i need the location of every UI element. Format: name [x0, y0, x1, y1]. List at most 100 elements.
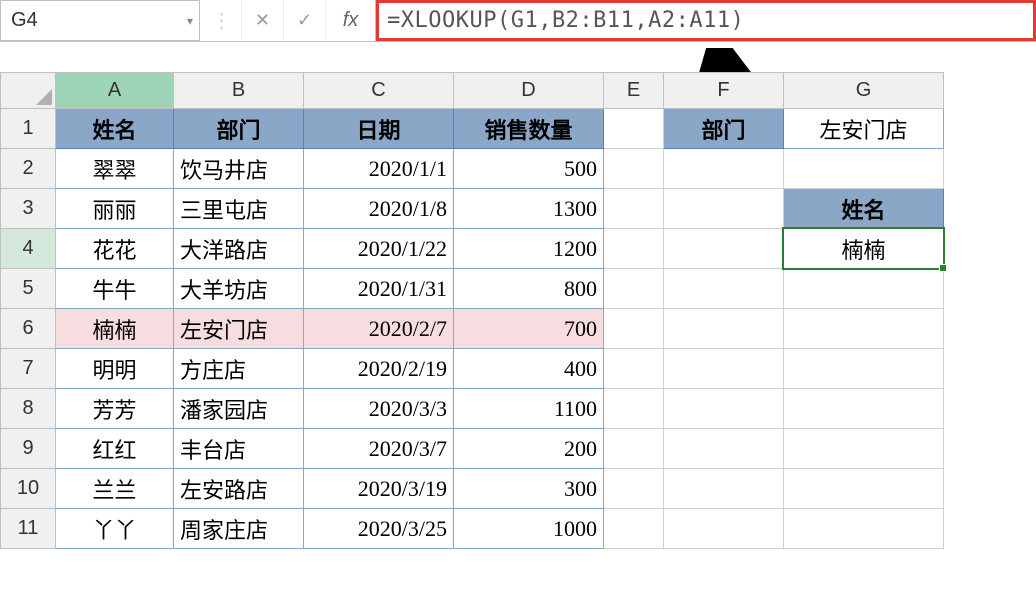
cell[interactable]: 2020/1/1 — [304, 149, 454, 189]
cell[interactable]: 潘家园店 — [174, 389, 304, 429]
cell[interactable]: 饮马井店 — [174, 149, 304, 189]
cell[interactable]: 2020/3/25 — [304, 509, 454, 549]
cell[interactable] — [604, 109, 664, 149]
cell[interactable] — [604, 309, 664, 349]
cell[interactable]: 丰台店 — [174, 429, 304, 469]
cell[interactable] — [604, 229, 664, 269]
cell[interactable] — [664, 189, 784, 229]
cell[interactable]: 200 — [454, 429, 604, 469]
cell[interactable] — [664, 349, 784, 389]
row-header[interactable]: 4 — [1, 229, 56, 269]
cell[interactable] — [604, 269, 664, 309]
cell[interactable]: 2020/1/31 — [304, 269, 454, 309]
col-header-E[interactable]: E — [604, 73, 664, 109]
cell[interactable]: 芳芳 — [56, 389, 174, 429]
cancel-icon[interactable]: ✕ — [242, 0, 284, 41]
cell[interactable]: 左安门店 — [784, 109, 944, 149]
cell[interactable] — [784, 149, 944, 189]
cell[interactable] — [604, 389, 664, 429]
col-header-C[interactable]: C — [304, 73, 454, 109]
cell[interactable]: 周家庄店 — [174, 509, 304, 549]
cell[interactable]: 姓名 — [56, 109, 174, 149]
select-all-corner[interactable] — [1, 73, 56, 109]
cell[interactable] — [784, 429, 944, 469]
cell[interactable]: 方庄店 — [174, 349, 304, 389]
cell[interactable]: 2020/3/19 — [304, 469, 454, 509]
cell[interactable] — [664, 509, 784, 549]
cell[interactable]: 2020/3/7 — [304, 429, 454, 469]
cell[interactable]: 2020/1/8 — [304, 189, 454, 229]
cell[interactable] — [664, 229, 784, 269]
cell[interactable] — [784, 469, 944, 509]
cell[interactable] — [604, 149, 664, 189]
cell[interactable]: 花花 — [56, 229, 174, 269]
cell[interactable] — [784, 349, 944, 389]
cell[interactable]: 大洋路店 — [174, 229, 304, 269]
cell[interactable]: 400 — [454, 349, 604, 389]
cell[interactable] — [664, 149, 784, 189]
accept-icon[interactable]: ✓ — [284, 0, 326, 41]
cell[interactable] — [664, 429, 784, 469]
row-header[interactable]: 3 — [1, 189, 56, 229]
col-header-F[interactable]: F — [664, 73, 784, 109]
cell[interactable] — [604, 469, 664, 509]
col-header-B[interactable]: B — [174, 73, 304, 109]
cell[interactable] — [604, 349, 664, 389]
fill-handle[interactable] — [939, 264, 947, 272]
chevron-down-icon[interactable]: ▾ — [187, 14, 193, 28]
cell[interactable]: 销售数量 — [454, 109, 604, 149]
cell[interactable]: 2020/1/22 — [304, 229, 454, 269]
fx-icon[interactable]: fx — [326, 0, 376, 41]
cell[interactable] — [664, 269, 784, 309]
cell[interactable]: 三里屯店 — [174, 189, 304, 229]
cell[interactable]: 兰兰 — [56, 469, 174, 509]
row-header[interactable]: 2 — [1, 149, 56, 189]
cell[interactable]: 700 — [454, 309, 604, 349]
row-header[interactable]: 6 — [1, 309, 56, 349]
cell[interactable]: 楠楠 — [56, 309, 174, 349]
cell[interactable] — [604, 429, 664, 469]
col-header-A[interactable]: A — [56, 73, 174, 109]
cell[interactable]: 左安门店 — [174, 309, 304, 349]
cell[interactable]: 翠翠 — [56, 149, 174, 189]
cell[interactable]: 部门 — [174, 109, 304, 149]
cell[interactable]: 日期 — [304, 109, 454, 149]
cell[interactable]: 2020/2/19 — [304, 349, 454, 389]
more-icon[interactable]: ⋮ — [200, 0, 242, 41]
col-header-D[interactable]: D — [454, 73, 604, 109]
spreadsheet-grid[interactable]: A B C D E F G 1姓名部门日期销售数量部门左安门店2翠翠饮马井店20… — [0, 72, 944, 549]
col-header-G[interactable]: G — [784, 73, 944, 109]
cell[interactable]: 姓名 — [784, 189, 944, 229]
cell[interactable] — [784, 269, 944, 309]
cell[interactable] — [784, 509, 944, 549]
cell[interactable] — [664, 389, 784, 429]
cell[interactable]: 2020/3/3 — [304, 389, 454, 429]
cell[interactable] — [664, 469, 784, 509]
active-cell[interactable]: 楠楠 — [784, 229, 944, 269]
cell[interactable]: 红红 — [56, 429, 174, 469]
cell[interactable] — [604, 509, 664, 549]
formula-input[interactable]: =XLOOKUP(G1,B2:B11,A2:A11) — [376, 0, 1036, 41]
cell[interactable]: 左安路店 — [174, 469, 304, 509]
cell[interactable]: 1000 — [454, 509, 604, 549]
row-header[interactable]: 7 — [1, 349, 56, 389]
cell[interactable]: 牛牛 — [56, 269, 174, 309]
cell[interactable] — [784, 389, 944, 429]
cell[interactable]: 丫丫 — [56, 509, 174, 549]
cell[interactable]: 1200 — [454, 229, 604, 269]
row-header[interactable]: 1 — [1, 109, 56, 149]
cell[interactable]: 800 — [454, 269, 604, 309]
cell[interactable]: 1300 — [454, 189, 604, 229]
name-box[interactable]: G4 ▾ — [0, 0, 200, 41]
cell[interactable]: 2020/2/7 — [304, 309, 454, 349]
cell[interactable]: 300 — [454, 469, 604, 509]
cell[interactable]: 500 — [454, 149, 604, 189]
row-header[interactable]: 11 — [1, 509, 56, 549]
row-header[interactable]: 9 — [1, 429, 56, 469]
row-header[interactable]: 10 — [1, 469, 56, 509]
cell[interactable]: 丽丽 — [56, 189, 174, 229]
cell[interactable]: 1100 — [454, 389, 604, 429]
cell[interactable]: 大羊坊店 — [174, 269, 304, 309]
cell[interactable]: 部门 — [664, 109, 784, 149]
cell[interactable] — [604, 189, 664, 229]
